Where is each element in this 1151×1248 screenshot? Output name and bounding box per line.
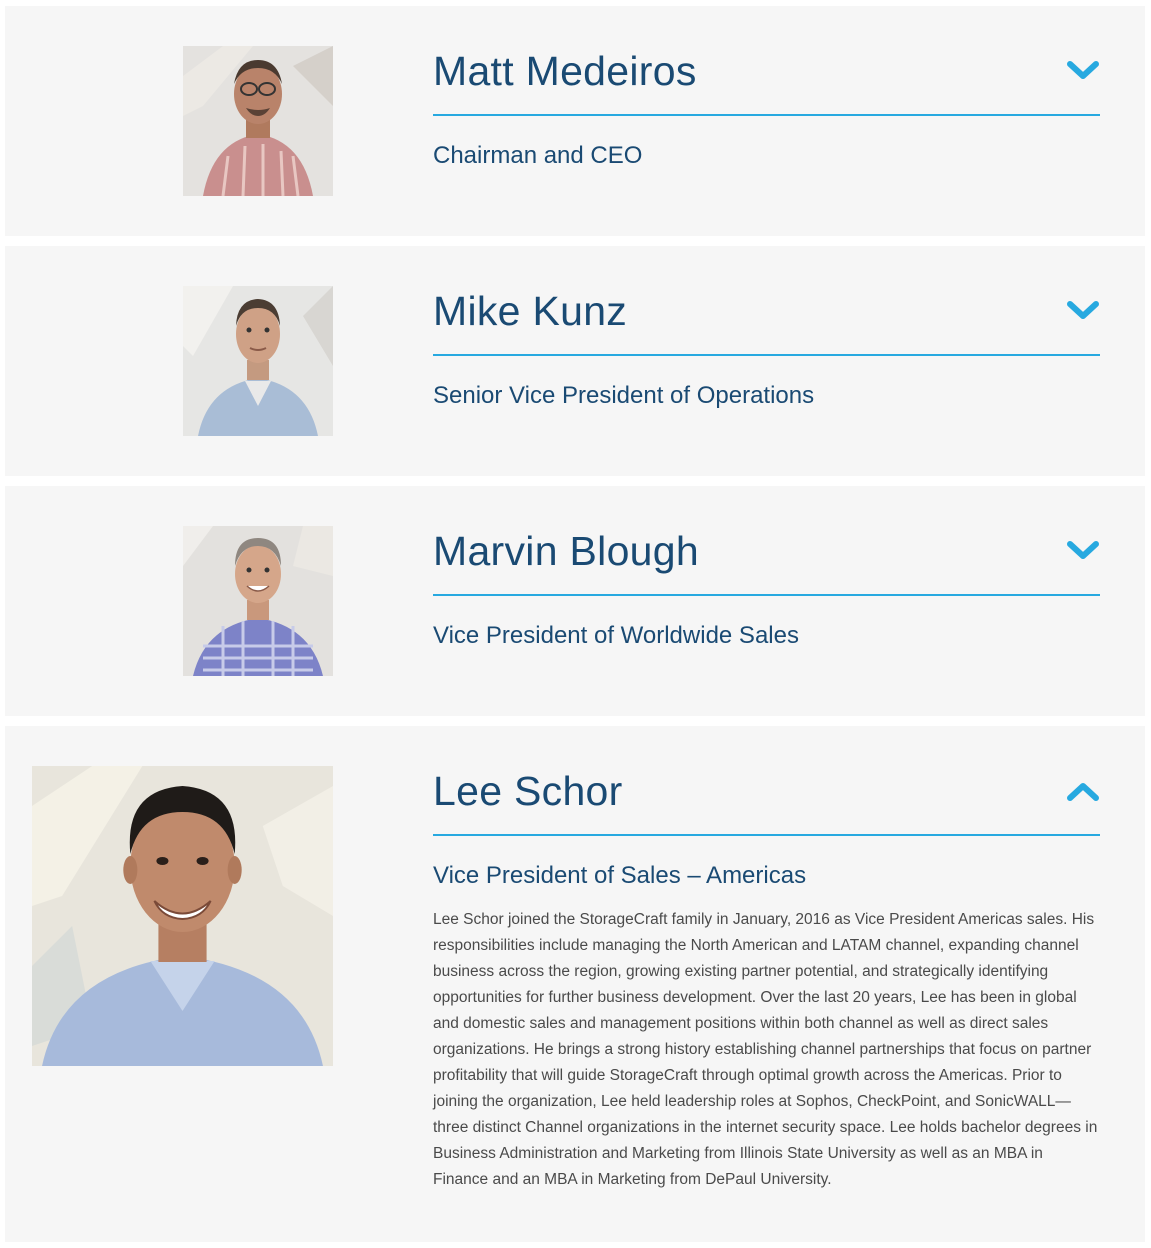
- chevron-down-icon: [1067, 61, 1099, 79]
- person-title: Vice President of Sales – Americas: [433, 862, 807, 889]
- person-title: Chairman and CEO: [433, 142, 643, 169]
- expand-toggle-button[interactable]: [1063, 534, 1103, 566]
- chevron-up-icon: [1067, 783, 1099, 801]
- expand-toggle-button[interactable]: [1063, 294, 1103, 326]
- chevron-down-icon: [1067, 301, 1099, 319]
- person-name: Matt Medeiros: [433, 48, 697, 94]
- team-member-card: Matt Medeiros Chairman and CEO: [5, 6, 1145, 236]
- person-bio: Lee Schor joined the StorageCraft family…: [433, 911, 1098, 1188]
- person-title: Vice President of Worldwide Sales: [433, 622, 799, 649]
- expand-toggle-button[interactable]: [1063, 54, 1103, 86]
- portrait-photo: [183, 526, 333, 676]
- person-name: Marvin Blough: [433, 528, 699, 574]
- person-title: Senior Vice President of Operations: [433, 382, 815, 409]
- person-name: Mike Kunz: [433, 288, 628, 334]
- portrait-photo: [183, 46, 333, 196]
- team-member-card: Marvin Blough Vice President of Worldwid…: [5, 486, 1145, 716]
- divider-line: [433, 594, 1100, 596]
- portrait-photo: [183, 286, 333, 436]
- chevron-down-icon: [1067, 541, 1099, 559]
- team-member-card: Lee Schor Vice President of Sales – Amer…: [5, 726, 1145, 1242]
- team-member-card: Mike Kunz Senior Vice President of Opera…: [5, 246, 1145, 476]
- person-name: Lee Schor: [433, 768, 623, 814]
- divider-line: [433, 114, 1100, 116]
- divider-line: [433, 834, 1100, 836]
- collapse-toggle-button[interactable]: [1063, 774, 1103, 806]
- divider-line: [433, 354, 1100, 356]
- portrait-photo: [32, 766, 333, 1066]
